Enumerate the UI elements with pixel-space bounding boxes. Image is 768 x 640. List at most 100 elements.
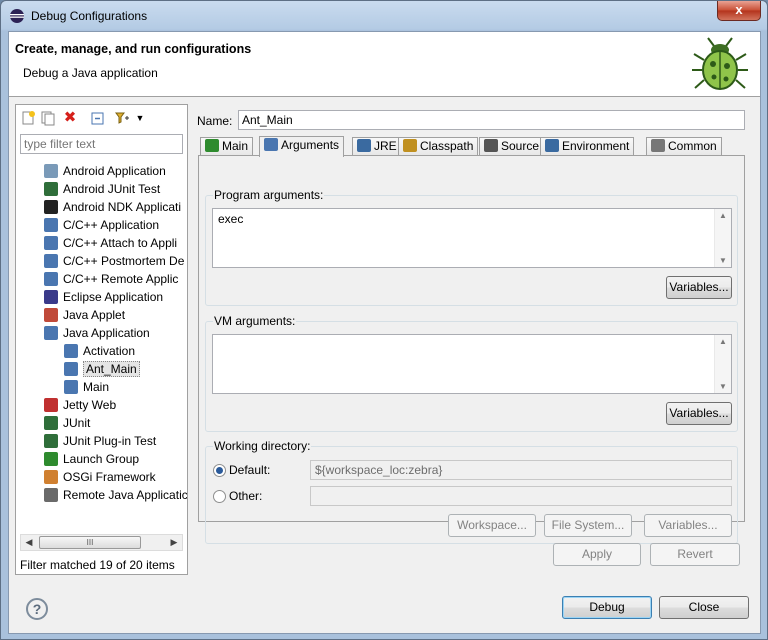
tree-item-label: C/C++ Application [63, 218, 160, 232]
tab-label: Source [501, 139, 540, 153]
delete-icon[interactable]: ✖ [62, 110, 78, 126]
apply-button[interactable]: Apply [553, 543, 641, 566]
directory-variables-button[interactable]: Variables... [644, 514, 732, 537]
tab-label: JRE [374, 139, 397, 153]
common-tab-icon [651, 139, 665, 152]
program-arguments-textarea[interactable]: exec ▲ ▼ [212, 208, 732, 268]
debug-button[interactable]: Debug [562, 596, 652, 619]
tree-item-label: Activation [83, 344, 136, 358]
tree-item[interactable]: JUnit Plug-in Test [44, 432, 156, 450]
tree-item-label: Android Application [63, 164, 166, 178]
tree-horizontal-scrollbar[interactable]: ◀ III ▶ [20, 534, 183, 551]
tree-item-label: OSGi Framework [63, 470, 156, 484]
name-field[interactable]: Ant_Main [238, 110, 745, 130]
vm-arguments-scrollbar[interactable]: ▲ ▼ [714, 335, 731, 393]
scroll-right-icon[interactable]: ▶ [166, 535, 182, 550]
program-arguments-scrollbar[interactable]: ▲ ▼ [714, 209, 731, 267]
filter-input[interactable] [20, 134, 183, 154]
tree-item[interactable]: C/C++ Remote Applic [44, 270, 178, 288]
other-radio[interactable] [213, 490, 226, 503]
tree-item-label: Java Application [63, 326, 150, 340]
tree-item-label: C/C++ Attach to Appli [63, 236, 178, 250]
tree-item[interactable]: Jetty Web [44, 396, 116, 414]
applet-icon [44, 308, 58, 322]
help-icon[interactable]: ? [26, 598, 48, 620]
junit-icon [44, 416, 58, 430]
tree-item[interactable]: Java Applet [44, 306, 125, 324]
workspace-button[interactable]: Workspace... [448, 514, 536, 537]
tab-environment[interactable]: Environment [540, 137, 635, 156]
tab-label: Environment [562, 139, 630, 153]
window-close-button[interactable]: x [717, 1, 761, 21]
vm-variables-button[interactable]: Variables... [666, 402, 732, 425]
scroll-left-icon[interactable]: ◀ [21, 535, 37, 550]
tab-common[interactable]: Common [646, 137, 722, 156]
tree-item[interactable]: Launch Group [44, 450, 139, 468]
debug-bug-icon [692, 37, 748, 90]
program-arguments-group: Program arguments: exec ▲ ▼ Variables... [205, 188, 738, 306]
tree-item[interactable]: Java Application [44, 324, 150, 342]
tab-classpath[interactable]: Classpath [398, 137, 479, 156]
tree-item[interactable]: Ant_Main [64, 360, 140, 378]
tree-item[interactable]: C/C++ Postmortem De [44, 252, 184, 270]
close-button[interactable]: Close [659, 596, 749, 619]
tree-item[interactable]: OSGi Framework [44, 468, 156, 486]
source-tab-icon [484, 139, 498, 152]
other-directory-field[interactable] [310, 486, 732, 506]
debug-configurations-window: Debug Configurations x Create, manage, a… [0, 0, 768, 640]
tab-jre[interactable]: JRE [352, 137, 402, 156]
tree-item[interactable]: JUnit [44, 414, 90, 432]
left-toolbar: ✖ ▼ [18, 107, 185, 129]
tab-main[interactable]: Main [200, 137, 254, 156]
tab-label: Common [668, 139, 717, 153]
tree-item[interactable]: Remote Java Applicatic [44, 486, 187, 504]
close-icon: x [735, 2, 743, 17]
default-radio-label: Default: [229, 463, 271, 477]
window-title: Debug Configurations [31, 9, 148, 23]
title-bar[interactable]: Debug Configurations x [1, 1, 767, 31]
java-app-icon [44, 326, 58, 340]
classpath-tab-icon [403, 139, 417, 152]
view-menu-chevron-down-icon[interactable]: ▼ [132, 110, 148, 126]
c-app-icon [44, 218, 58, 232]
tab-source[interactable]: Source [479, 137, 545, 156]
vm-arguments-textarea[interactable]: ▲ ▼ [212, 334, 732, 394]
tree-item[interactable]: Eclipse Application [44, 288, 163, 306]
file-system-button[interactable]: File System... [544, 514, 632, 537]
osgi-icon [44, 470, 58, 484]
tree-item-label: Android JUnit Test [63, 182, 161, 196]
tab-arguments[interactable]: Arguments [259, 136, 345, 157]
main-tab-icon [205, 139, 219, 152]
collapse-all-icon[interactable] [90, 110, 106, 126]
filter-icon[interactable] [114, 110, 130, 126]
tab-label: Arguments [281, 138, 340, 152]
tree-item[interactable]: Activation [64, 342, 135, 360]
default-radio[interactable] [213, 464, 226, 477]
program-variables-button[interactable]: Variables... [666, 276, 732, 299]
tree-item[interactable]: C/C++ Attach to Appli [44, 234, 177, 252]
tree-item[interactable]: Android JUnit Test [44, 180, 160, 198]
tree-item-label: Jetty Web [63, 398, 117, 412]
scroll-thumb[interactable]: III [39, 536, 141, 549]
tree-item[interactable]: Android NDK Applicati [44, 198, 181, 216]
java-config-icon [64, 380, 78, 394]
ndk-icon [44, 200, 58, 214]
banner-title: Create, manage, and run configurations [15, 42, 252, 56]
tree-item[interactable]: Main [64, 378, 109, 396]
tree-item[interactable]: Android Application [44, 162, 166, 180]
remote-java-icon [44, 488, 58, 502]
junit-icon [44, 182, 58, 196]
arguments-tab-panel: Program arguments: exec ▲ ▼ Variables... … [198, 155, 745, 544]
configuration-tree: Android Application Android JUnit Test And… [16, 160, 187, 535]
new-configuration-icon[interactable] [20, 110, 36, 126]
c-app-icon [44, 272, 58, 286]
tree-item-label: JUnit [63, 416, 91, 430]
junit-plugin-icon [44, 434, 58, 448]
tree-item-label: Android NDK Applicati [63, 200, 182, 214]
revert-button[interactable]: Revert [650, 543, 740, 566]
duplicate-icon[interactable] [40, 110, 56, 126]
program-arguments-value: exec [218, 212, 244, 226]
working-directory-label: Working directory: [213, 439, 312, 453]
tree-item[interactable]: C/C++ Application [44, 216, 159, 234]
tree-item-label: JUnit Plug-in Test [63, 434, 157, 448]
